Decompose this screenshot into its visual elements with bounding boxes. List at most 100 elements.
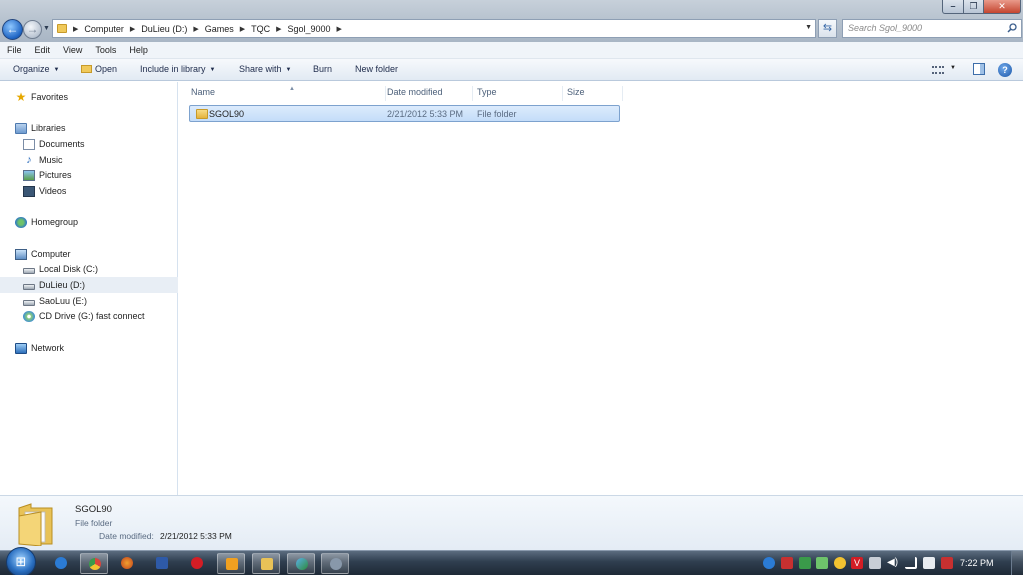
folder-icon	[18, 503, 53, 546]
maximize-button[interactable]: ❐	[963, 0, 984, 14]
chevron-right-icon[interactable]: ▶	[240, 25, 245, 33]
nav-computer[interactable]: Computer	[0, 246, 178, 262]
music-icon: ♪	[26, 153, 32, 166]
recent-pages-dropdown[interactable]: ▼	[43, 25, 50, 32]
tray-messenger-icon[interactable]	[834, 557, 846, 569]
change-view-icon[interactable]	[932, 66, 944, 74]
menu-tools[interactable]: Tools	[95, 45, 116, 55]
search-input[interactable]: Search Sgol_9000	[842, 19, 1022, 38]
nav-network[interactable]: Network	[0, 340, 178, 356]
tray-antivirus-icon[interactable]: V	[851, 557, 863, 569]
tray-update-icon[interactable]	[799, 557, 811, 569]
tray-flag-icon[interactable]	[869, 557, 881, 569]
star-icon: ★	[15, 89, 27, 104]
tray-sync-icon[interactable]	[816, 557, 828, 569]
minimize-button[interactable]: –	[942, 0, 964, 14]
breadcrumb-dulieu[interactable]: DuLieu (D:)	[141, 24, 187, 34]
breadcrumb-tqc[interactable]: TQC	[251, 24, 270, 34]
nav-documents[interactable]: Documents	[0, 136, 178, 152]
taskbar-clock[interactable]: 7:22 PM	[960, 558, 994, 568]
back-arrow-icon: ←	[6, 22, 19, 36]
nav-homegroup[interactable]: Homegroup	[0, 214, 178, 230]
organize-button[interactable]: Organize ▼	[13, 64, 59, 74]
taskbar-ie[interactable]	[47, 553, 75, 574]
show-desktop-button[interactable]	[1011, 551, 1023, 575]
tray-device-icon[interactable]	[923, 557, 935, 569]
menu-view[interactable]: View	[63, 45, 82, 55]
document-icon	[23, 138, 35, 150]
taskbar-k-app[interactable]	[148, 553, 176, 574]
preview-pane-icon[interactable]	[973, 63, 985, 75]
open-button[interactable]: Open	[81, 64, 117, 74]
new-folder-button[interactable]: New folder	[355, 64, 398, 74]
tray-signal-icon[interactable]	[905, 557, 917, 569]
taskbar-app[interactable]	[321, 553, 349, 574]
forward-button[interactable]: →	[23, 20, 42, 39]
search-icon[interactable]	[1007, 23, 1017, 33]
taskbar-utility[interactable]	[287, 553, 315, 574]
chevron-right-icon[interactable]: ▶	[130, 25, 135, 33]
chevron-right-icon[interactable]: ▶	[73, 25, 78, 33]
taskbar-firefox[interactable]	[113, 553, 141, 574]
nav-libraries[interactable]: Libraries	[0, 120, 178, 136]
homegroup-icon	[15, 216, 27, 228]
chevron-right-icon[interactable]: ▶	[337, 25, 342, 33]
nav-label: Local Disk (C:)	[39, 264, 99, 274]
restore-icon: ❐	[969, 1, 978, 11]
start-button[interactable]: ⊞	[6, 547, 36, 575]
column-label: Date modified	[387, 87, 443, 97]
chevron-right-icon[interactable]: ▶	[276, 25, 281, 33]
address-bar[interactable]: ▶ Computer ▶ DuLieu (D:) ▶ Games ▶ TQC ▶…	[52, 19, 816, 38]
help-icon[interactable]: ?	[998, 63, 1012, 77]
taskbar-chrome[interactable]	[80, 553, 108, 574]
file-list-pane: ▲ Name Date modified Type Size SGOL90 2/…	[179, 82, 1023, 495]
menu-edit[interactable]: Edit	[35, 45, 51, 55]
burn-button[interactable]: Burn	[313, 64, 332, 74]
address-history-dropdown[interactable]: ▼	[805, 24, 812, 31]
close-button[interactable]: ✕	[983, 0, 1021, 14]
column-header-name[interactable]: ▲ Name	[187, 86, 386, 101]
close-icon: ✕	[998, 1, 1006, 11]
nav-dulieu[interactable]: DuLieu (D:)	[0, 277, 178, 293]
nav-pictures[interactable]: Pictures	[0, 167, 178, 183]
tray-app-icon[interactable]	[781, 557, 793, 569]
taskbar-opera[interactable]	[183, 553, 211, 574]
table-row[interactable]: SGOL90 2/21/2012 5:33 PM File folder	[189, 105, 620, 122]
view-options-dropdown[interactable]: ▼	[950, 65, 956, 71]
menu-help[interactable]: Help	[129, 45, 148, 55]
column-header-type[interactable]: Type	[473, 86, 563, 101]
file-type: File folder	[477, 109, 517, 119]
taskbar-media-player[interactable]	[217, 553, 245, 574]
include-in-library-button[interactable]: Include in library ▼	[140, 64, 215, 74]
tray-volume-icon[interactable]: ◀)	[887, 557, 899, 569]
minimize-icon: –	[950, 1, 956, 11]
title-bar: – ❐ ✕ ← → ▼ ▶ Computer ▶ DuLieu (D:) ▶ G…	[0, 0, 1023, 42]
hard-drive-icon	[23, 283, 35, 290]
tray-alert-icon[interactable]	[941, 557, 953, 569]
nav-label: Music	[39, 155, 63, 165]
chevron-right-icon[interactable]: ▶	[193, 25, 198, 33]
file-date: 2/21/2012 5:33 PM	[387, 109, 464, 119]
breadcrumb-computer[interactable]: Computer	[84, 24, 124, 34]
nav-saoluu[interactable]: SaoLuu (E:)	[0, 293, 178, 309]
back-button[interactable]: ←	[2, 19, 23, 40]
nav-favorites[interactable]: ★ Favorites	[0, 89, 178, 105]
nav-videos[interactable]: Videos	[0, 183, 178, 199]
refresh-button[interactable]: ⇆	[818, 19, 837, 38]
nav-local-disk[interactable]: Local Disk (C:)	[0, 261, 178, 277]
taskbar-explorer[interactable]	[252, 553, 280, 574]
breadcrumb-games[interactable]: Games	[205, 24, 234, 34]
tray-network-icon[interactable]	[763, 557, 775, 569]
breadcrumb-sgol9000[interactable]: Sgol_9000	[288, 24, 331, 34]
refresh-icon: ⇆	[822, 22, 833, 34]
internet-explorer-icon	[55, 557, 67, 569]
nav-music[interactable]: ♪ Music	[0, 152, 178, 168]
menu-file[interactable]: File	[7, 45, 22, 55]
column-header-date-modified[interactable]: Date modified	[383, 86, 473, 101]
nav-cd-drive[interactable]: CD Drive (G:) fast connect	[0, 308, 178, 324]
computer-icon	[15, 248, 27, 260]
open-label: Open	[95, 64, 118, 74]
share-with-button[interactable]: Share with ▼	[239, 64, 291, 74]
column-label: Type	[477, 87, 497, 97]
column-header-size[interactable]: Size	[563, 86, 623, 101]
